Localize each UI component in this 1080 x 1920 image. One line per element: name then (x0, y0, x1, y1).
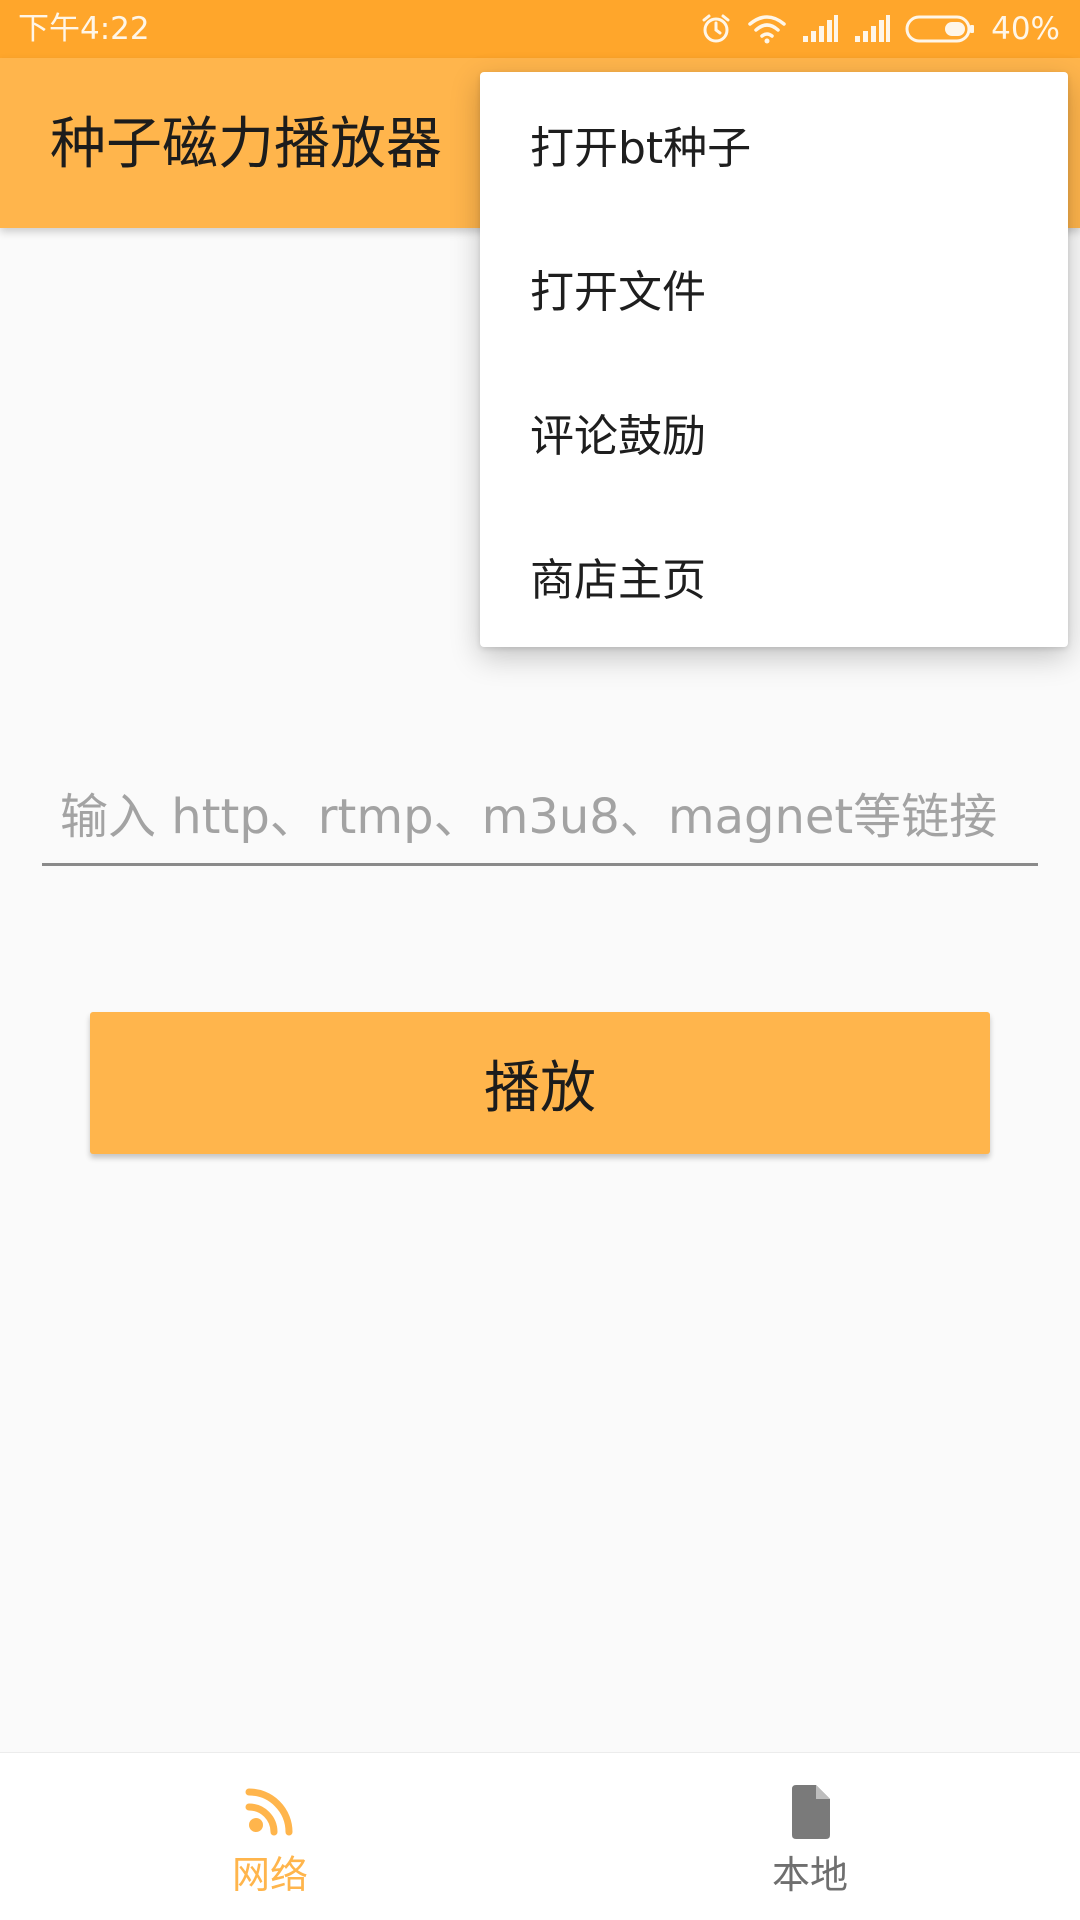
file-icon (792, 1785, 830, 1839)
nav-tab-local[interactable]: 本地 (540, 1753, 1080, 1920)
bottom-nav: 网络 本地 (0, 1752, 1080, 1920)
battery-icon (905, 15, 975, 43)
url-input-container (42, 770, 1038, 866)
rss-feed-icon (245, 1788, 293, 1836)
menu-item-store-page[interactable]: 商店主页 (480, 504, 1068, 648)
overflow-menu: 打开bt种子 打开文件 评论鼓励 商店主页 (480, 72, 1068, 647)
nav-tab-network[interactable]: 网络 (0, 1753, 540, 1920)
wifi-icon (748, 15, 786, 44)
status-icons: 40% (699, 10, 1060, 48)
app-title: 种子磁力播放器 (50, 112, 442, 177)
play-button[interactable]: 播放 (90, 1012, 990, 1154)
signal-icon-2 (855, 15, 891, 42)
battery-percent: 40% (991, 11, 1060, 47)
menu-item-open-file[interactable]: 打开文件 (480, 216, 1068, 360)
nav-label-network: 网络 (231, 1853, 308, 1897)
screen: 下午4:22 40% 种子磁力播放器 打开bt种子 打开文件 评论鼓励 商店主页… (0, 0, 1080, 1920)
alarm-icon (702, 14, 730, 43)
status-time: 下午4:22 (18, 11, 150, 47)
menu-item-rate-app[interactable]: 评论鼓励 (480, 360, 1068, 504)
menu-item-open-bt-torrent[interactable]: 打开bt种子 (480, 72, 1068, 216)
status-bar: 下午4:22 40% (0, 0, 1080, 58)
nav-label-local: 本地 (771, 1853, 848, 1897)
url-input[interactable] (42, 770, 1038, 863)
signal-icon (803, 15, 839, 42)
